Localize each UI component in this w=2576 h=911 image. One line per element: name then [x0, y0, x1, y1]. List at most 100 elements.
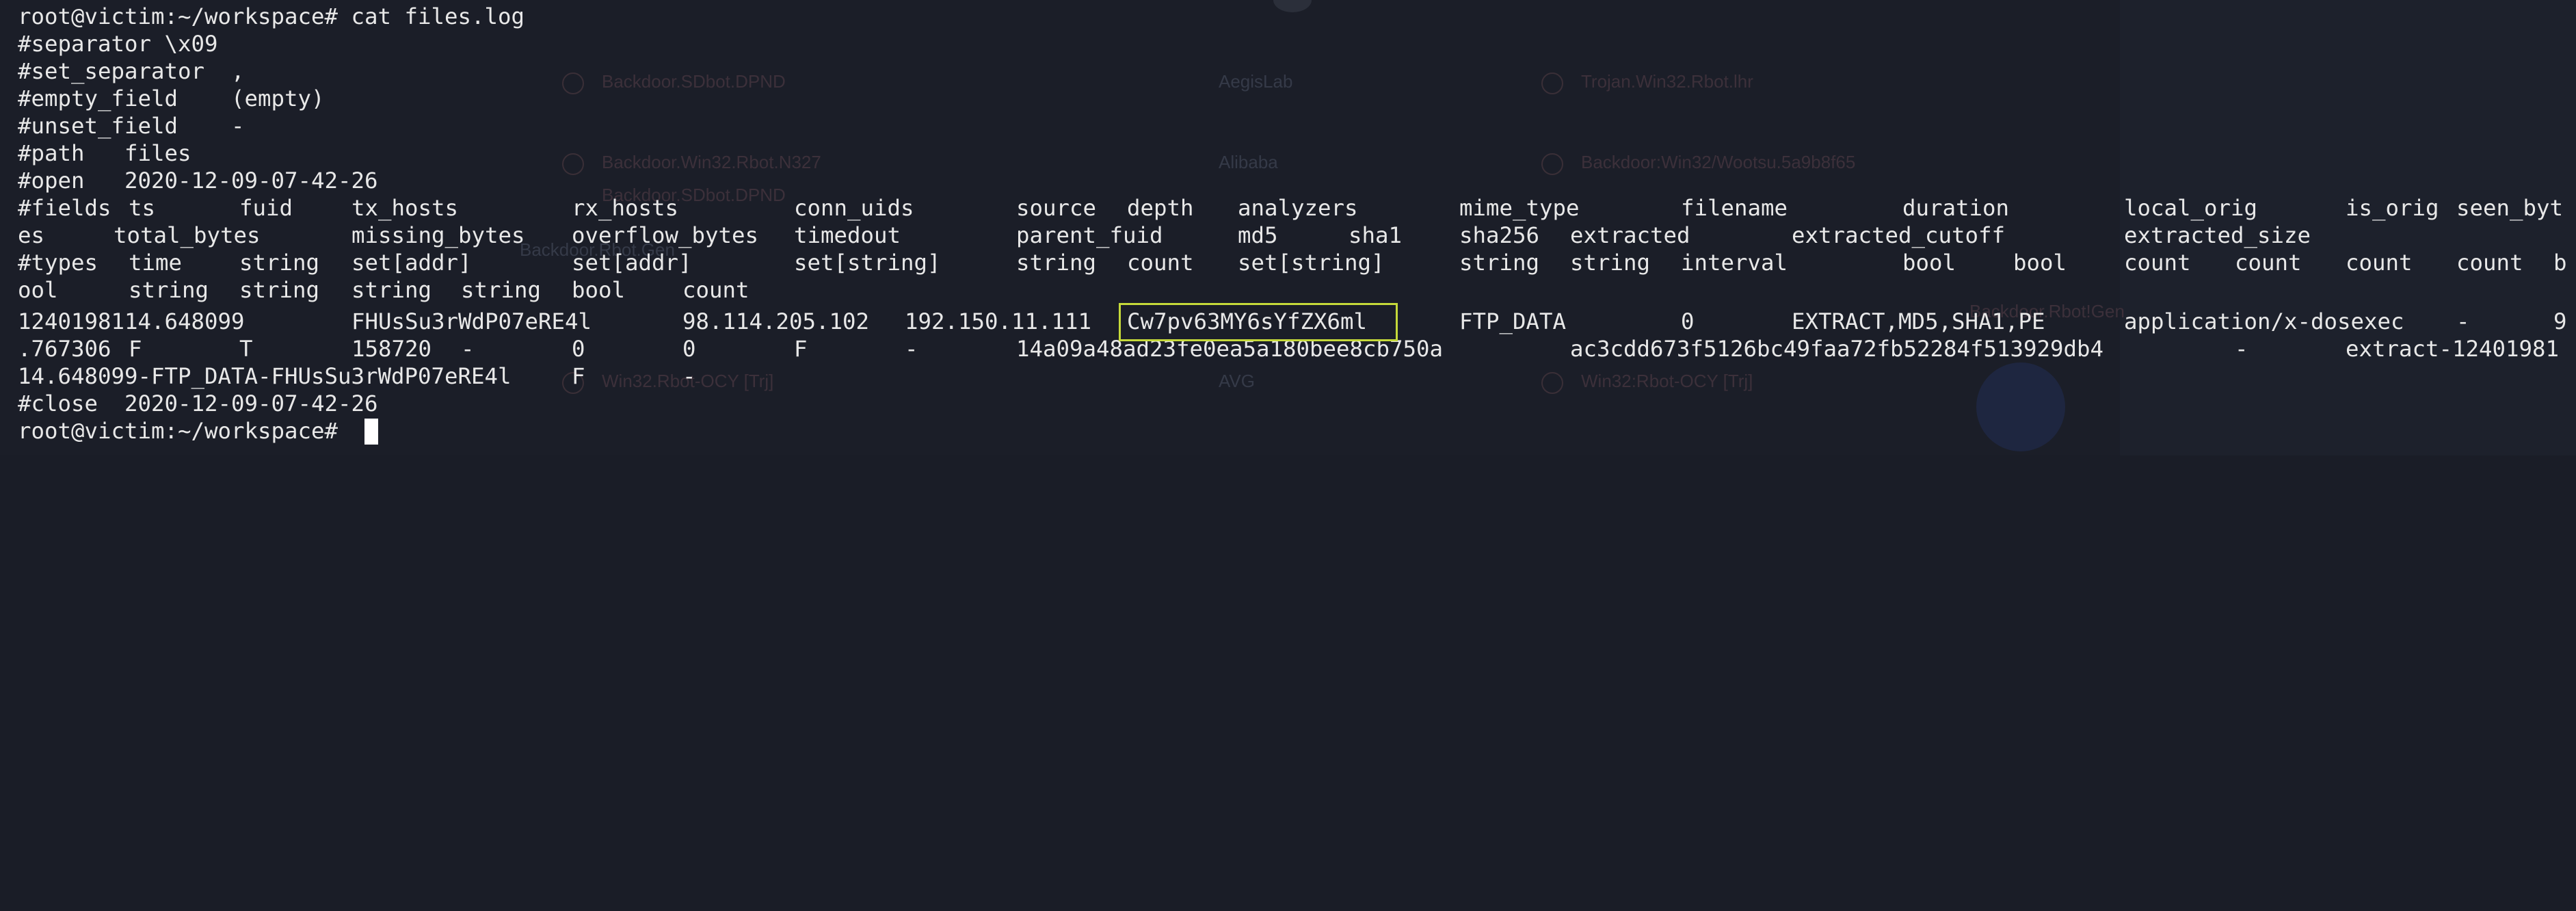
background-warning-icon	[1541, 153, 1563, 175]
record-depth: 0	[1681, 308, 1695, 334]
record-extracted-cutoff: F	[572, 363, 585, 389]
field-label: parent_fuid	[1016, 222, 1163, 248]
field-label: analyzers	[1238, 195, 1358, 221]
field-label: md5	[1238, 222, 1278, 248]
record-sha1: ac3cdd673f5126bc49faa72fb52284f513929db4	[1570, 336, 2104, 362]
record-parent-fuid: -	[905, 336, 918, 362]
meta-set-separator: #set_separator ,	[18, 58, 245, 84]
record-ts: 1240198114.648099	[18, 308, 245, 334]
type-label: count	[2456, 250, 2523, 276]
record-seen-bytes: 158720	[351, 336, 432, 362]
record-filename: -	[2456, 308, 2470, 334]
meta-close: #close 2020-12-09-07-42-26	[18, 391, 378, 417]
type-label: count	[2124, 250, 2191, 276]
type-label: b	[2553, 250, 2567, 276]
background-warning-icon	[562, 72, 584, 94]
background-warning-icon	[1541, 72, 1563, 94]
type-label: string	[129, 277, 209, 303]
background-warning-icon	[1541, 372, 1563, 394]
terminal-window[interactable]: Backdoor.SDbot.DPND AegisLab Trojan.Win3…	[0, 0, 2576, 456]
type-label: ool	[18, 277, 58, 303]
type-label: string	[461, 277, 542, 303]
type-label: string	[239, 250, 320, 276]
type-label: string	[239, 277, 320, 303]
background-item: Win32:Rbot-OCY [Trj]	[1581, 371, 1753, 391]
record-analyzers: EXTRACT,MD5,SHA1,PE	[1792, 308, 2045, 334]
field-label: total_bytes	[114, 222, 261, 248]
shell-prompt-line[interactable]: root@victim:~/workspace#	[18, 417, 338, 445]
field-label: overflow_bytes	[572, 222, 759, 248]
type-label: count	[682, 277, 749, 303]
type-label: time	[129, 250, 183, 276]
type-label: interval	[1681, 250, 1788, 276]
type-label: string	[1570, 250, 1651, 276]
record-duration-end: .767306	[18, 336, 111, 362]
type-label: bool	[572, 277, 626, 303]
record-local-orig: F	[129, 336, 142, 362]
record-missing-bytes: 0	[572, 336, 585, 362]
types-header-row-wrap: ool string string string string bool cou…	[18, 276, 749, 304]
record-extracted-continued: 14.648099-FTP_DATA-FHUsSu3rWdP07eRE4l	[18, 363, 512, 389]
field-label: filename	[1681, 195, 1788, 221]
fields-header-row-wrap: es total_bytes missing_bytes overflow_by…	[18, 222, 2311, 249]
record-duration-start: 9	[2553, 308, 2567, 334]
terminal-cursor	[364, 419, 378, 445]
type-label: count	[2346, 250, 2413, 276]
log-close-line: #close 2020-12-09-07-42-26	[18, 390, 378, 417]
field-label: ts	[129, 195, 156, 221]
meta-path: #path files	[18, 140, 191, 166]
field-label: is_orig	[2346, 195, 2439, 221]
command-line: root@victim:~/workspace# cat files.log	[18, 3, 525, 30]
field-label: local_orig	[2124, 195, 2258, 221]
log-meta-line: #open 2020-12-09-07-42-26	[18, 167, 378, 194]
field-label: extracted_size	[2124, 222, 2311, 248]
field-label: source	[1016, 195, 1097, 221]
field-label: sha256	[1459, 222, 1540, 248]
record-overflow-bytes: 0	[682, 336, 696, 362]
field-label: mime_type	[1459, 195, 1580, 221]
record-rx-host: 192.150.11.111	[905, 308, 1092, 334]
record-source: FTP_DATA	[1459, 308, 1567, 334]
field-label: rx_hosts	[572, 195, 679, 221]
record-extracted: extract-12401981	[2346, 336, 2560, 362]
conn-uid-highlight-box	[1119, 303, 1398, 341]
record-extracted-size: -	[682, 363, 696, 389]
type-label: count	[2235, 250, 2302, 276]
log-meta-line: #separator \x09	[18, 30, 218, 57]
background-item: Trojan.Win32.Rbot.lhr	[1581, 71, 1753, 92]
field-label: depth	[1127, 195, 1194, 221]
background-item: Backdoor:Win32/Wootsu.5a9b8f65	[1581, 152, 1856, 172]
log-record-row: 1240198114.648099 FHUsSu3rWdP07eRE4l 98.…	[18, 308, 2567, 335]
log-record-row-wrap: .767306 F T 158720 - 0 0 F - 14a09a48ad2…	[18, 335, 2559, 362]
field-label: #fields	[18, 195, 111, 221]
record-tx-host: 98.114.205.102	[682, 308, 870, 334]
record-total-bytes: -	[461, 336, 475, 362]
field-label: conn_uids	[794, 195, 914, 221]
type-label: bool	[1902, 250, 1956, 276]
field-label: es	[18, 222, 45, 248]
background-warning-icon	[562, 153, 584, 175]
type-label: set[addr]	[351, 250, 472, 276]
field-label: fuid	[239, 195, 293, 221]
field-label: extracted_cutoff	[1792, 222, 2006, 248]
field-label: duration	[1902, 195, 2010, 221]
field-label: missing_bytes	[351, 222, 525, 248]
type-label: #types	[18, 250, 98, 276]
log-meta-line: #unset_field -	[18, 112, 245, 140]
background-item: Backdoor.Win32.Rbot.N327	[602, 152, 821, 172]
type-label: set[string]	[794, 250, 941, 276]
background-item: AegisLab	[1219, 71, 1293, 92]
record-timedout: F	[794, 336, 808, 362]
field-label: sha1	[1349, 222, 1403, 248]
record-fuid: FHUsSu3rWdP07eRE4l	[351, 308, 592, 334]
record-sha256: -	[2235, 336, 2248, 362]
background-floating-button	[1976, 362, 2065, 451]
types-header-row: #types time string set[addr] set[addr] s…	[18, 249, 2567, 276]
type-label: string	[1459, 250, 1540, 276]
type-label: count	[1127, 250, 1194, 276]
type-label: bool	[2013, 250, 2067, 276]
fields-header-row: #fields ts fuid tx_hosts rx_hosts conn_u…	[18, 194, 2563, 222]
type-label: set[addr]	[572, 250, 692, 276]
meta-open: #open 2020-12-09-07-42-26	[18, 168, 378, 194]
type-label: set[string]	[1238, 250, 1385, 276]
